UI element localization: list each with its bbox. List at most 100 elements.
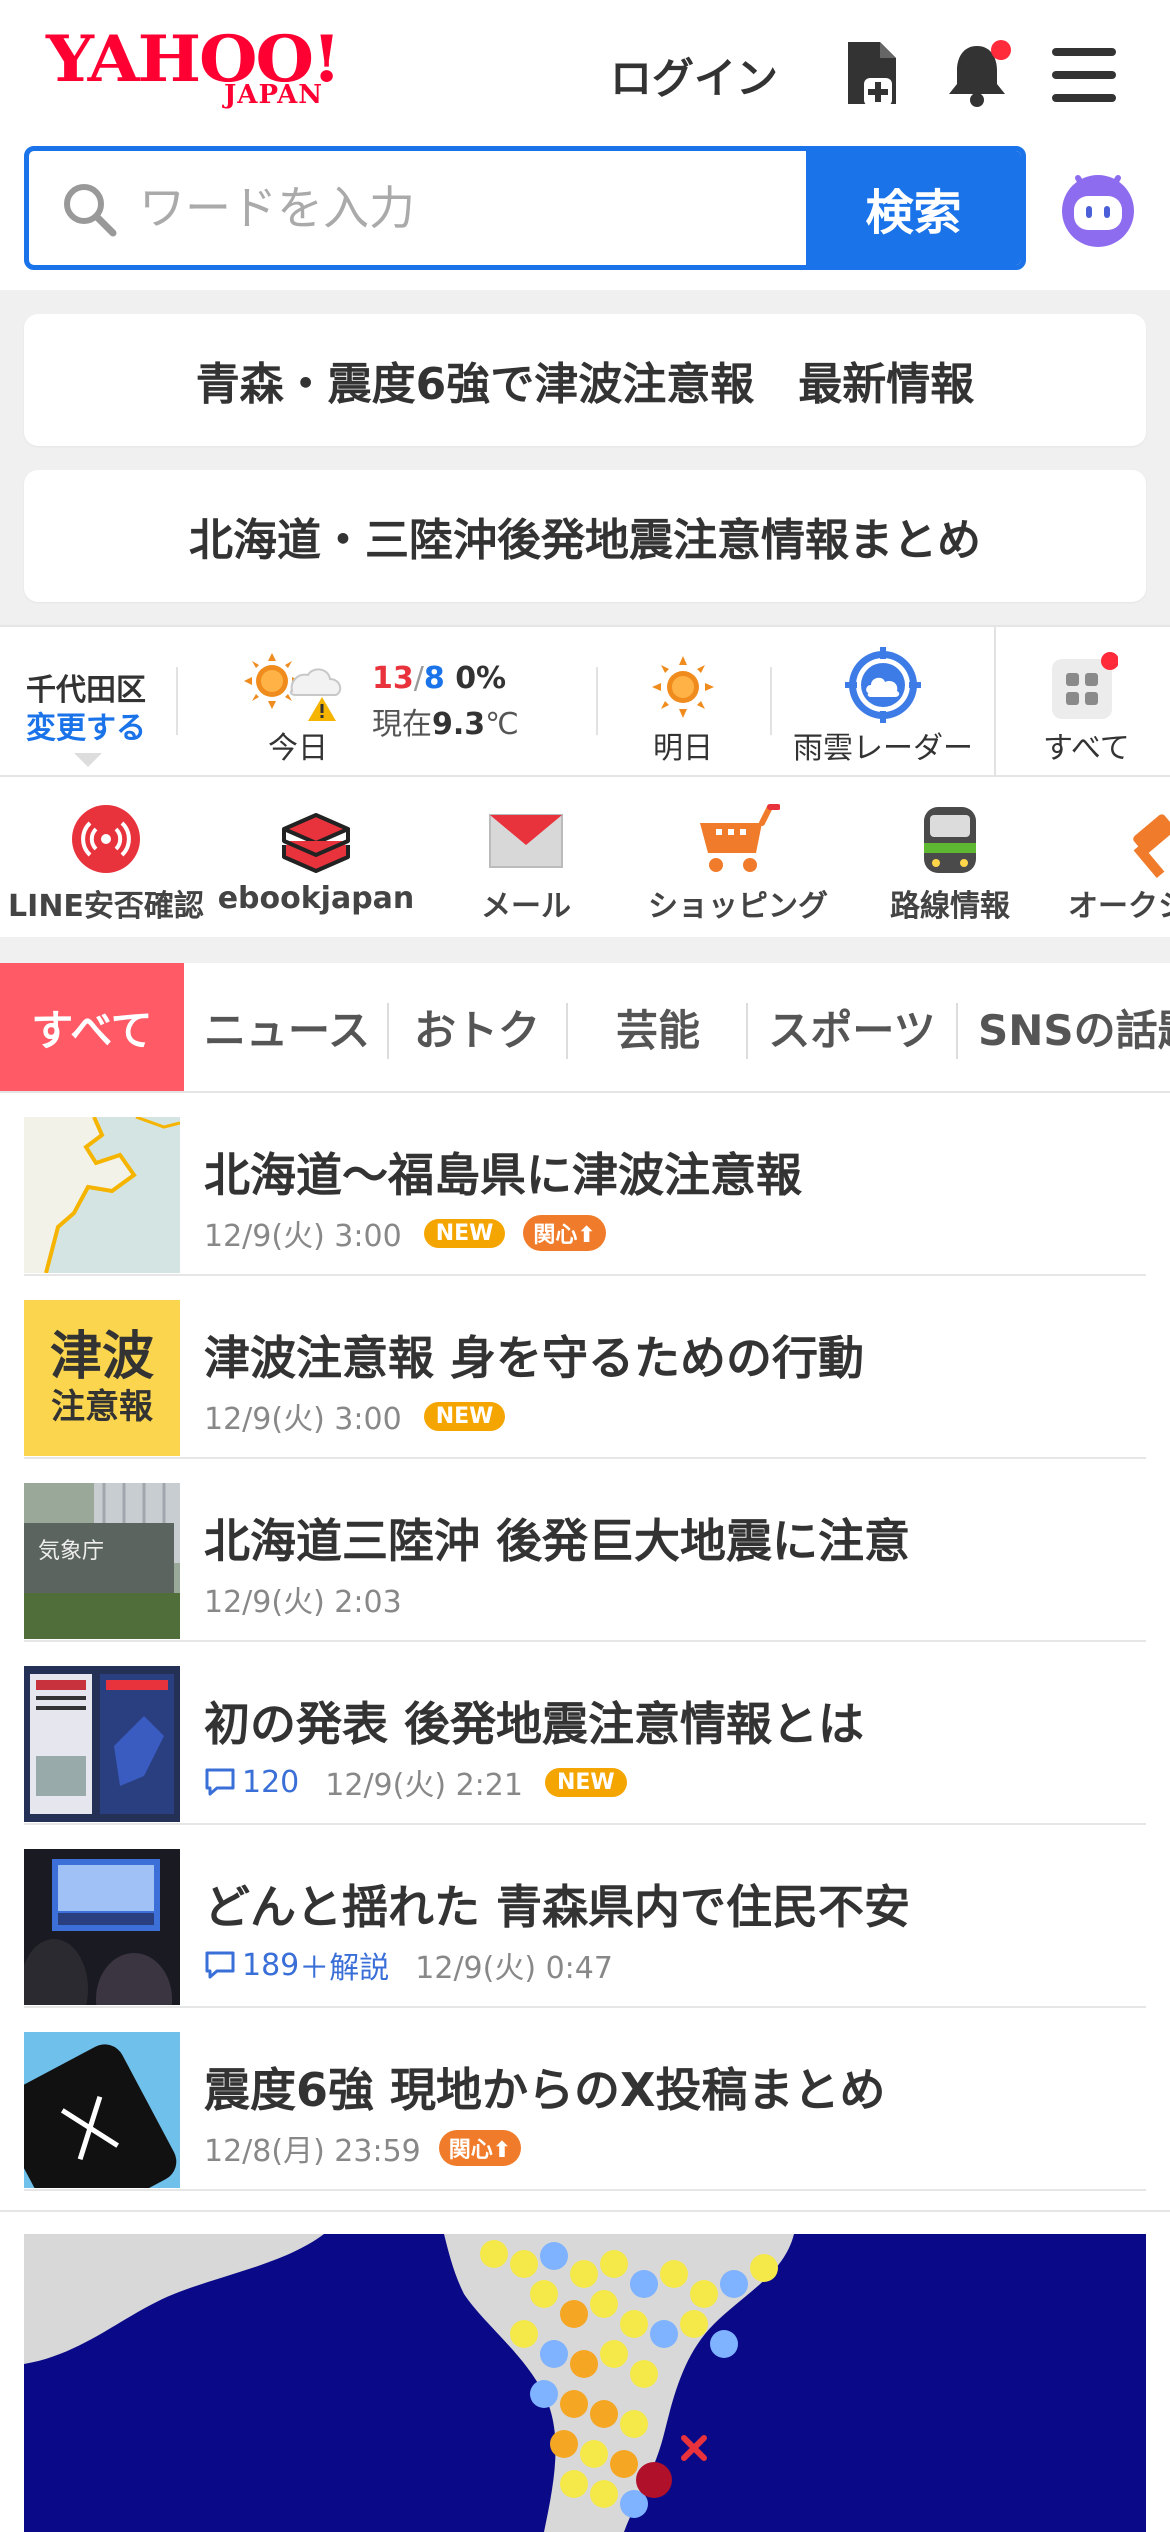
search-button[interactable]: 検索 — [806, 151, 1021, 265]
tab-divider — [956, 1003, 958, 1059]
news-time: 12/8(月) 23:59 — [204, 2134, 421, 2169]
tab-sns[interactable]: SNSの話題 — [964, 963, 1170, 1091]
service-label: 路線情報 — [890, 889, 1010, 924]
news-time: 12/9(火) 3:00 — [204, 1402, 402, 1437]
hamburger-menu-icon[interactable] — [1052, 48, 1116, 102]
grid-apps-icon[interactable] — [1048, 651, 1119, 721]
service-line-safety[interactable]: LINE安否確認 — [0, 777, 212, 937]
new-badge: NEW — [423, 1401, 506, 1431]
comment-icon — [205, 1951, 235, 1979]
seismic-intensity-map[interactable] — [24, 2234, 1146, 2532]
news-title: 初の発表 後発地震注意情報とは — [204, 1697, 865, 1751]
precipitation: 0% — [455, 661, 507, 696]
tab-news[interactable]: ニュース — [192, 963, 382, 1091]
sun-cloud-warning-icon[interactable] — [240, 647, 360, 727]
rain-radar-icon[interactable] — [845, 647, 921, 723]
news-item[interactable]: 北海道〜福島県に津波注意報 12/9(火) 3:00 NEW 関心⬆ — [24, 1093, 1146, 1276]
tab-sports[interactable]: スポーツ — [752, 963, 952, 1091]
news-item[interactable]: 初の発表 後発地震注意情報とは 120 12/9(火) 2:21 NEW — [24, 1642, 1146, 1825]
comment-icon — [205, 1768, 235, 1796]
interest-badge: 関心⬆ — [523, 1215, 606, 1251]
service-label: LINE安否確認 — [8, 889, 204, 924]
temperature-range: 13/8 0% — [372, 661, 507, 696]
train-icon — [910, 799, 990, 879]
comment-count[interactable]: 120 — [204, 1765, 299, 1800]
alert-banner-hokkaido[interactable]: 北海道・三陸沖後発地震注意情報まとめ — [24, 470, 1146, 602]
tab-divider — [387, 1003, 389, 1059]
location-caret-icon — [74, 753, 102, 767]
add-document-icon[interactable] — [840, 38, 904, 108]
cart-icon — [696, 799, 781, 879]
interest-badge: 関心⬆ — [438, 2130, 522, 2166]
new-badge: NEW — [544, 1767, 627, 1797]
news-item[interactable]: どんと揺れた 青森県内で住民不安 189 ＋解説 12/9(火) 0:47 — [24, 1825, 1146, 2008]
news-item[interactable]: 気象庁 北海道三陸沖 後発巨大地震に注意 12/9(火) 2:03 — [24, 1459, 1146, 1642]
temp-unit: ℃ — [485, 707, 519, 742]
news-thumbnail-x — [24, 2032, 180, 2188]
service-auction[interactable]: オークシ — [1056, 777, 1170, 937]
news-thumbnail-map — [24, 1117, 180, 1273]
mail-icon — [486, 799, 566, 879]
news-title: 北海道〜福島県に津波注意報 — [204, 1148, 802, 1202]
search-icon — [61, 181, 117, 237]
news-thumbnail-briefing — [24, 1666, 180, 1822]
service-label: ebookjapan — [217, 881, 415, 916]
current-prefix: 現在 — [372, 707, 432, 742]
search-box: 検索 — [24, 146, 1026, 270]
service-label: ショッピング — [648, 889, 828, 924]
services-row: LINE安否確認 ebookjapan メール ショッピング 路線情報 オーク — [0, 777, 1170, 937]
news-title: 津波注意報 身を守るための行動 — [204, 1331, 865, 1385]
explanation-label: ＋解説 — [299, 1951, 390, 1986]
sun-icon[interactable] — [648, 652, 718, 722]
thumb-text-bottom: 注意報 — [51, 1387, 153, 1427]
news-title: 北海道三陸沖 後発巨大地震に注意 — [204, 1514, 911, 1568]
auction-icon — [1114, 799, 1170, 879]
tab-all[interactable]: すべて — [0, 963, 184, 1091]
today-label: 今日 — [268, 731, 328, 766]
section-gap — [0, 937, 1170, 963]
ai-assistant-icon[interactable] — [1056, 166, 1140, 250]
notification-bell-icon[interactable] — [945, 38, 1011, 108]
alert-banner-aomori[interactable]: 青森・震度6強で津波注意報 最新情報 — [24, 314, 1146, 446]
news-meta: 120 12/9(火) 2:21 NEW — [204, 1760, 627, 1804]
divider — [770, 667, 772, 735]
news-time: 12/9(火) 2:21 — [325, 1768, 523, 1803]
login-link[interactable]: ログイン — [610, 45, 778, 106]
divider — [596, 667, 598, 735]
category-tabs: すべて ニュース おトク 芸能 スポーツ SNSの話題 — [0, 963, 1170, 1093]
change-location-link[interactable]: 変更する — [26, 703, 146, 747]
logo-sub-text: JAPAN — [224, 80, 324, 110]
new-badge: NEW — [423, 1218, 506, 1248]
tab-entertainment[interactable]: 芸能 — [572, 963, 744, 1091]
service-label: オークシ — [1068, 889, 1170, 924]
yahoo-japan-logo[interactable]: YAHOO! JAPAN — [46, 28, 366, 118]
current-temp-value: 9.3 — [432, 707, 486, 742]
divider — [0, 2210, 1170, 2212]
news-thumbnail-tsunami: 津波 注意報 — [24, 1300, 180, 1456]
tab-divider — [746, 1003, 748, 1059]
tab-deals[interactable]: おトク — [392, 963, 562, 1091]
comment-count[interactable]: 189 ＋解説 — [204, 1943, 389, 1987]
divider — [176, 667, 178, 735]
service-mail[interactable]: メール — [420, 777, 632, 937]
weather-bar: 千代田区 変更する 今日 13/8 0% 現在9.3℃ 明日 雨雲レーダー すべ… — [0, 625, 1170, 777]
header: YAHOO! JAPAN ログイン — [0, 0, 1170, 145]
rain-radar-label: 雨雲レーダー — [793, 731, 973, 766]
high-temp: 13 — [372, 661, 414, 696]
low-temp: 8 — [423, 661, 445, 696]
thumb-sign-text: 気象庁 — [38, 1539, 105, 1564]
service-ebookjapan[interactable]: ebookjapan — [212, 777, 420, 937]
news-item[interactable]: 津波 注意報 津波注意報 身を守るための行動 12/9(火) 3:00 NEW — [24, 1276, 1146, 1459]
line-safety-icon — [66, 799, 146, 879]
news-time: 12/9(火) 2:03 — [204, 1585, 402, 1620]
service-transit[interactable]: 路線情報 — [844, 777, 1056, 937]
news-thumbnail-jma: 気象庁 — [24, 1483, 180, 1639]
service-shopping[interactable]: ショッピング — [632, 777, 844, 937]
tomorrow-label: 明日 — [653, 731, 713, 766]
news-item[interactable]: 震度6強 現地からのX投稿まとめ 12/8(月) 23:59 関心⬆ — [24, 2008, 1146, 2191]
books-icon — [276, 799, 356, 879]
thumb-text-top: 津波 — [49, 1327, 154, 1387]
search-input[interactable] — [139, 151, 829, 265]
news-meta: 12/9(火) 2:03 — [204, 1577, 402, 1621]
current-temp: 現在9.3℃ — [372, 699, 519, 743]
